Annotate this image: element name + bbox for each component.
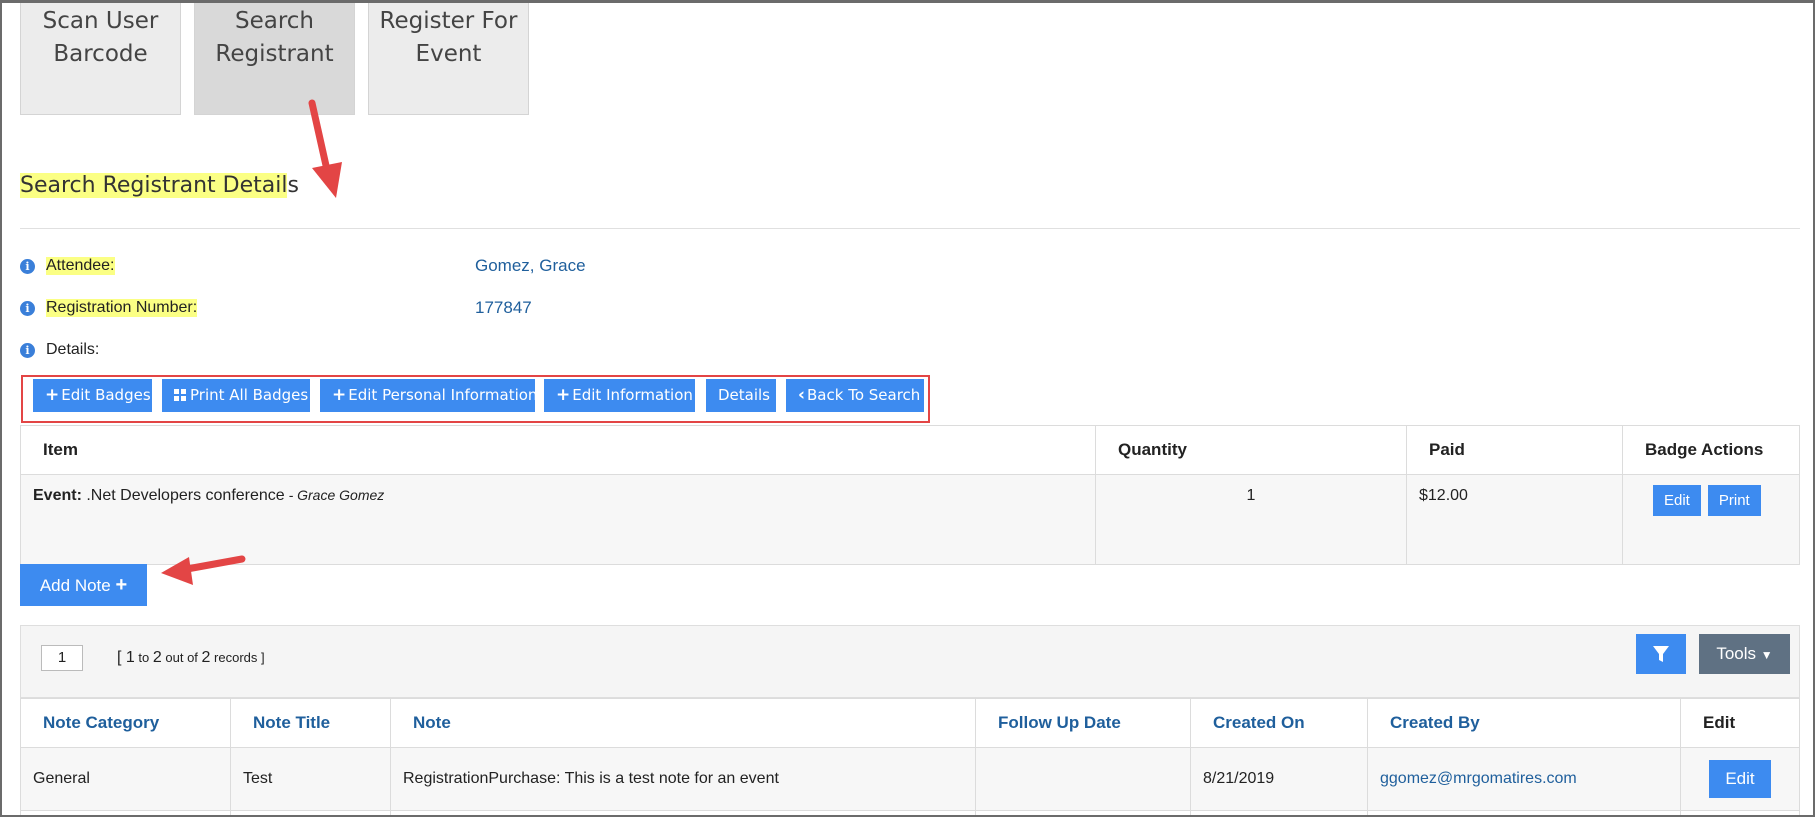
button-label: Edit Information	[572, 386, 693, 404]
button-label: Edit Badges	[61, 386, 150, 404]
created-on-cell: 8/21/2019	[1191, 748, 1368, 811]
note-edit-button[interactable]: Edit	[1709, 760, 1770, 798]
divider	[20, 228, 1800, 229]
empty-cell	[1681, 811, 1800, 817]
item-name: .Net Developers conference	[86, 487, 284, 504]
item-type: Event:	[33, 487, 82, 504]
grid-toolbar	[20, 625, 1800, 698]
plus-icon: +	[556, 385, 570, 405]
info-icon: i	[20, 259, 35, 274]
attendee-row: i Attendee:	[20, 257, 115, 275]
app-frame: Scan User Barcode Search Registrant Regi…	[0, 0, 1815, 817]
badge-print-button[interactable]: Print	[1708, 485, 1761, 516]
edit-personal-information-button[interactable]: +Edit Personal Information	[320, 379, 535, 412]
attendee-value[interactable]: Gomez, Grace	[475, 256, 586, 276]
page-number-input[interactable]: 1	[41, 645, 83, 671]
range-records-word: records ]	[210, 650, 264, 665]
empty-cell	[21, 811, 231, 817]
badge-actions-cell: EditPrint	[1623, 475, 1800, 565]
plus-icon: +	[45, 385, 59, 405]
tab-label: Scan User Barcode	[21, 5, 180, 71]
page-title-highlight: Search Registrant Detail	[20, 173, 287, 198]
paid-cell: $12.00	[1407, 475, 1623, 565]
table-header-row: Item Quantity Paid Badge Actions	[21, 426, 1800, 475]
column-header-follow-up-date[interactable]: Follow Up Date	[976, 699, 1191, 748]
tab-label: Search Registrant	[195, 5, 354, 71]
pagination-info: [ 1 to 2 out of 2 records ]	[117, 649, 265, 667]
back-to-search-button[interactable]: ‹Back To Search	[786, 379, 924, 412]
note-cell: RegistrationPurchase: This is a test not…	[391, 748, 976, 811]
range-to: 2	[153, 649, 162, 666]
table-header-row: Note Category Note Title Note Follow Up …	[21, 699, 1800, 748]
registration-number-label: Registration Number:	[46, 299, 197, 317]
empty-cell	[231, 811, 391, 817]
empty-cell	[1191, 811, 1368, 817]
column-header: Item	[21, 426, 1096, 475]
range-to-word: to	[135, 650, 153, 665]
details-label: Details:	[46, 341, 99, 359]
edit-information-button[interactable]: +Edit Information	[544, 379, 695, 412]
quantity-cell: 1	[1096, 475, 1407, 565]
items-table: Item Quantity Paid Badge Actions Event: …	[20, 425, 1800, 565]
edit-cell: Edit	[1681, 748, 1800, 811]
chevron-down-icon: ▼	[1761, 648, 1773, 662]
details-row: i Details:	[20, 341, 99, 359]
attendee-label: Attendee:	[46, 257, 115, 275]
chevron-left-icon: ‹	[798, 385, 805, 405]
follow-up-date-cell	[976, 748, 1191, 811]
plus-icon: +	[115, 574, 127, 596]
column-header-note-category[interactable]: Note Category	[21, 699, 231, 748]
column-header-note-title[interactable]: Note Title	[231, 699, 391, 748]
button-label: Details	[718, 386, 770, 404]
tools-dropdown-button[interactable]: Tools ▼	[1699, 634, 1790, 674]
plus-icon: +	[332, 385, 346, 405]
range-from: 1	[126, 649, 135, 666]
empty-cell	[976, 811, 1191, 817]
annotation-arrow-down	[292, 98, 352, 208]
print-all-badges-button[interactable]: Print All Badges	[162, 379, 310, 412]
column-header: Quantity	[1096, 426, 1407, 475]
info-icon: i	[20, 301, 35, 316]
column-header-edit: Edit	[1681, 699, 1800, 748]
table-row	[21, 811, 1800, 817]
button-label: Print All Badges	[190, 386, 308, 404]
registration-number-value: 177847	[475, 298, 532, 318]
button-label: Edit Personal Information	[348, 386, 537, 404]
grid-icon	[174, 389, 186, 401]
page-title: Search Registrant Details	[20, 173, 299, 198]
created-by-link[interactable]: ggomez@mrgomatires.com	[1368, 748, 1681, 811]
registration-number-row: i Registration Number:	[20, 299, 197, 317]
button-label: Add Note	[40, 576, 111, 595]
button-label: Back To Search	[807, 386, 920, 404]
tab-register-for-event[interactable]: Register For Event	[368, 3, 529, 115]
column-header-created-by[interactable]: Created By	[1368, 699, 1681, 748]
filter-icon	[1636, 634, 1686, 674]
tools-label: Tools	[1716, 644, 1756, 663]
edit-badges-button[interactable]: +Edit Badges	[33, 379, 152, 412]
annotation-arrow-left	[157, 551, 257, 591]
column-header: Badge Actions	[1623, 426, 1800, 475]
filter-button[interactable]	[1636, 634, 1686, 674]
empty-cell	[391, 811, 976, 817]
add-note-button[interactable]: Add Note +	[20, 564, 147, 606]
empty-cell	[1368, 811, 1681, 817]
details-button[interactable]: Details	[706, 379, 776, 412]
range-outof-word: out of	[162, 650, 202, 665]
notes-table: Note Category Note Title Note Follow Up …	[20, 698, 1800, 817]
range-open: [	[117, 649, 126, 666]
table-row: General Test RegistrationPurchase: This …	[21, 748, 1800, 811]
badge-edit-button[interactable]: Edit	[1653, 485, 1701, 516]
column-header: Paid	[1407, 426, 1623, 475]
info-icon: i	[20, 343, 35, 358]
column-header-created-on[interactable]: Created On	[1191, 699, 1368, 748]
tab-scan-user-barcode[interactable]: Scan User Barcode	[20, 3, 181, 115]
item-attendee: - Grace Gomez	[285, 487, 385, 503]
tab-label: Register For Event	[369, 5, 528, 71]
note-category-cell: General	[21, 748, 231, 811]
note-title-cell: Test	[231, 748, 391, 811]
table-row: Event: .Net Developers conference - Grac…	[21, 475, 1800, 565]
column-header-note[interactable]: Note	[391, 699, 976, 748]
